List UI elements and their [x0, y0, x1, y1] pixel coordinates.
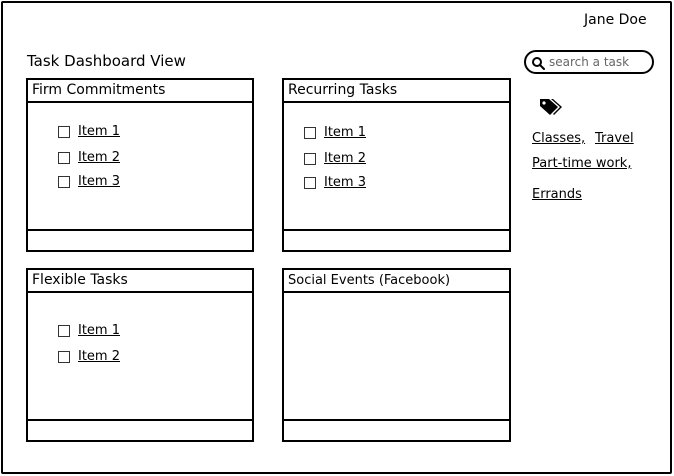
task-link[interactable]: Item 2 — [78, 150, 120, 165]
task-checkbox[interactable] — [58, 324, 70, 337]
search-box[interactable] — [524, 50, 654, 74]
task-link[interactable]: Item 2 — [324, 151, 366, 166]
panel-flexible-tasks: Flexible Tasks Item 1 Item 2 — [26, 268, 254, 442]
task-checkbox[interactable] — [304, 176, 316, 189]
task-item[interactable]: Item 3 — [58, 174, 120, 189]
task-link[interactable]: Item 1 — [324, 125, 366, 140]
panel-title: Recurring Tasks — [284, 80, 509, 103]
panel-title: Social Events (Facebook) — [284, 270, 509, 293]
search-input[interactable] — [549, 55, 649, 69]
task-item[interactable]: Item 2 — [58, 150, 120, 165]
tag-link-part-time-work[interactable]: Part-time work, — [532, 156, 631, 171]
task-item[interactable]: Item 1 — [58, 124, 120, 139]
tag-link-travel[interactable]: Travel — [595, 131, 634, 146]
tag-link-errands[interactable]: Errands — [532, 187, 582, 202]
page-title: Task Dashboard View — [27, 52, 186, 70]
task-checkbox[interactable] — [58, 151, 70, 164]
search-icon[interactable] — [531, 55, 545, 70]
task-item[interactable]: Item 2 — [304, 151, 366, 166]
task-item[interactable]: Item 1 — [304, 125, 366, 140]
task-item[interactable]: Item 1 — [58, 323, 120, 338]
task-link[interactable]: Item 1 — [78, 124, 120, 139]
task-link[interactable]: Item 3 — [324, 175, 366, 190]
panel-recurring-tasks: Recurring Tasks Item 1 Item 2 Item 3 — [282, 78, 511, 252]
panel-social-events: Social Events (Facebook) — [282, 268, 511, 442]
panel-title: Firm Commitments — [28, 80, 252, 103]
task-link[interactable]: Item 1 — [78, 323, 120, 338]
task-checkbox[interactable] — [58, 350, 70, 363]
panel-footer — [284, 229, 509, 250]
panel-footer — [284, 419, 509, 440]
task-checkbox[interactable] — [304, 152, 316, 165]
panel-title: Flexible Tasks — [28, 270, 252, 293]
panel-firm-commitments: Firm Commitments Item 1 Item 2 Item 3 — [26, 78, 254, 252]
task-checkbox[interactable] — [304, 126, 316, 139]
tag-link-classes[interactable]: Classes, — [532, 131, 585, 146]
task-item[interactable]: Item 3 — [304, 175, 366, 190]
task-checkbox[interactable] — [58, 175, 70, 188]
panel-footer — [28, 229, 252, 250]
task-checkbox[interactable] — [58, 125, 70, 138]
user-name[interactable]: Jane Doe — [584, 12, 647, 28]
task-item[interactable]: Item 2 — [58, 349, 120, 364]
panel-footer — [28, 419, 252, 440]
tags-icon — [538, 96, 564, 116]
task-link[interactable]: Item 2 — [78, 349, 120, 364]
task-link[interactable]: Item 3 — [78, 174, 120, 189]
